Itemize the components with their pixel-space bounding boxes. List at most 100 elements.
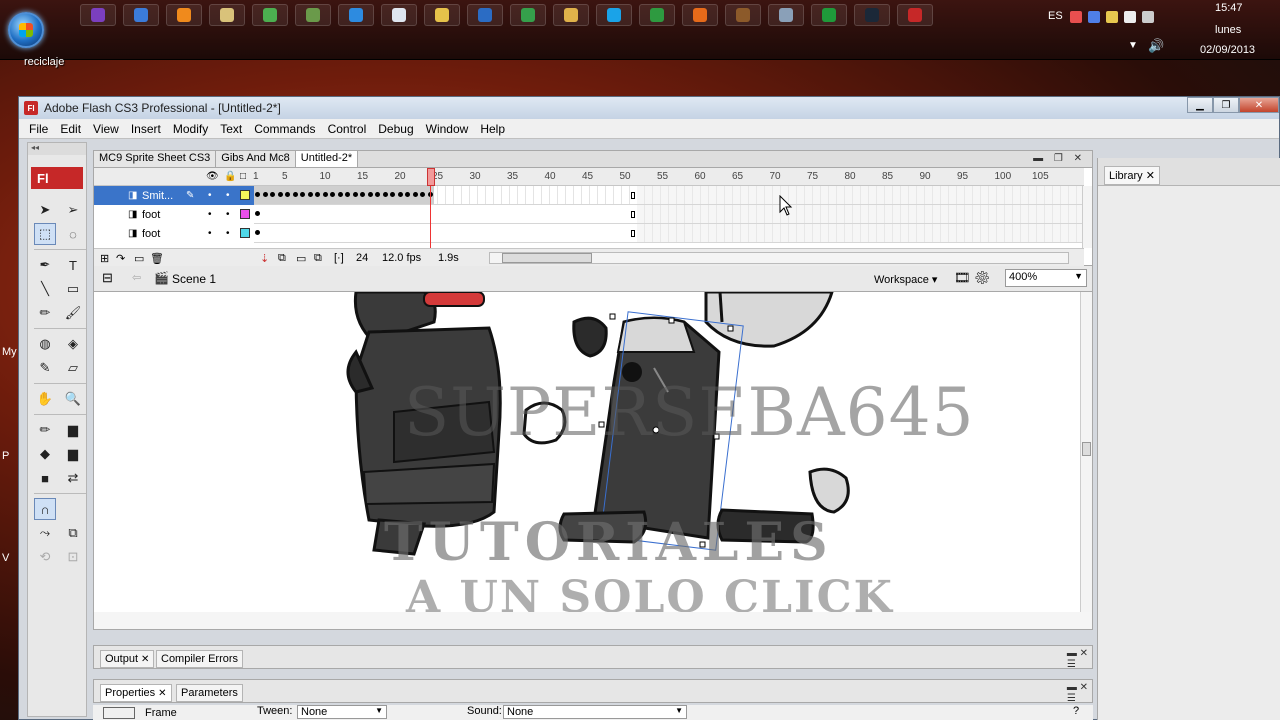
taskbar-app-button[interactable] — [252, 4, 288, 26]
empty-frames[interactable] — [636, 186, 1084, 204]
start-button[interactable] — [8, 12, 44, 48]
taskbar-app-button[interactable] — [897, 4, 933, 26]
close-button[interactable]: ✕ — [1239, 97, 1279, 113]
subselection-tool-icon[interactable]: ➢ — [62, 199, 84, 221]
layer-frames[interactable] — [254, 186, 1084, 205]
panel-controls[interactable]: ▬ ✕ ☰ — [1067, 682, 1088, 704]
menu-file[interactable]: File — [23, 122, 54, 136]
language-indicator[interactable]: ES — [1048, 10, 1063, 22]
tab-gibs-and-mc8[interactable]: Gibs And Mc8 — [216, 151, 296, 167]
tray-help-icon[interactable] — [1088, 11, 1100, 23]
playhead-handle[interactable] — [426, 168, 435, 186]
layer-name-cell[interactable]: ◨ foot • • — [94, 205, 254, 224]
menu-window[interactable]: Window — [420, 122, 475, 136]
timeline-ruler[interactable]: 1 5 10 15 20 25 30 35 40 45 50 55 60 65 70 75 80 85 90 95 10… — [253, 168, 1084, 186]
timeline-toggle-icon[interactable]: ⊟ — [102, 270, 113, 286]
layer-row[interactable]: ◨ foot • • — [94, 224, 1084, 243]
clock-day[interactable]: lunes — [1215, 24, 1241, 36]
character-head[interactable] — [704, 292, 834, 348]
frame-span[interactable] — [254, 205, 637, 223]
eyedropper-tool-icon[interactable]: ✎ — [34, 357, 56, 379]
taskbar-app-button[interactable] — [166, 4, 202, 26]
taskbar-app-button[interactable] — [467, 4, 503, 26]
tab-compiler-errors[interactable]: Compiler Errors — [156, 650, 244, 668]
close-icon[interactable]: ✕ — [1146, 170, 1155, 182]
taskbar-app-button[interactable] — [553, 4, 589, 26]
scrollbar-thumb[interactable] — [502, 253, 592, 263]
taskbar-app-button[interactable] — [768, 4, 804, 26]
pen-tool-icon[interactable]: ✒ — [34, 254, 56, 276]
taskbar-app-button[interactable] — [424, 4, 460, 26]
straighten-icon[interactable]: ⧉ — [62, 522, 84, 544]
insert-folder-icon[interactable]: ▭ — [134, 252, 144, 265]
taskbar-app-button[interactable] — [209, 4, 245, 26]
eraser-tool-icon[interactable]: ▱ — [62, 357, 84, 379]
document-window-controls[interactable]: ▬ ❐ ✕ — [1033, 153, 1086, 164]
hand-tool-icon[interactable]: ✋ — [34, 388, 56, 410]
tween-select[interactable]: None ▼ — [297, 705, 387, 719]
lock-dot-icon[interactable]: • — [226, 209, 230, 220]
menu-view[interactable]: View — [87, 122, 125, 136]
stroke-color-swatch[interactable]: ▆ — [62, 419, 84, 441]
taskbar-app-button[interactable] — [682, 4, 718, 26]
default-colors-icon[interactable]: ■ — [34, 467, 56, 489]
close-icon[interactable]: ✕ — [158, 688, 166, 699]
fill-color-icon[interactable]: ◆ — [34, 443, 56, 465]
keyframe[interactable] — [352, 192, 358, 197]
taskbar-app-button[interactable] — [80, 4, 116, 26]
lasso-tool-icon[interactable]: ◌ — [62, 223, 84, 245]
keyframe[interactable] — [277, 192, 283, 197]
swap-colors-icon[interactable]: ⇄ — [62, 467, 84, 489]
lock-dot-icon[interactable]: • — [226, 190, 230, 201]
modify-onion-markers-icon[interactable]: [·] — [334, 252, 344, 264]
keyframe[interactable] — [337, 192, 343, 197]
tools-collapse-icon[interactable]: ◂◂ — [28, 143, 86, 155]
layer-outline-color[interactable] — [240, 209, 250, 219]
layer-frames[interactable] — [254, 205, 1084, 224]
keyframe[interactable] — [360, 192, 365, 197]
add-motion-guide-icon[interactable]: ↷ — [116, 252, 125, 265]
keyframe[interactable] — [420, 192, 425, 197]
window-titlebar[interactable]: Fl Adobe Flash CS3 Professional - [Untit… — [19, 97, 1279, 119]
stage-vertical-scrollbar[interactable] — [1080, 292, 1092, 612]
keyframe[interactable] — [390, 192, 395, 197]
empty-frames[interactable] — [636, 224, 1084, 242]
rock-shape[interactable] — [572, 316, 608, 358]
volume-icon[interactable]: 🔊 — [1148, 38, 1164, 54]
rectangle-tool-icon[interactable]: ▭ — [62, 278, 84, 300]
close-icon[interactable]: ✕ — [141, 654, 149, 665]
taskbar-app-button[interactable] — [639, 4, 675, 26]
back-arrow-icon[interactable]: ⇦ — [132, 271, 141, 284]
edit-scene-edit-symbol-icons[interactable]: 🎞 ⚙ — [954, 270, 991, 286]
scale-icon[interactable]: ⊡ — [62, 546, 84, 568]
zoom-select[interactable]: 400% ▼ — [1005, 269, 1087, 287]
taskbar-app-button[interactable] — [725, 4, 761, 26]
menu-edit[interactable]: Edit — [54, 122, 87, 136]
timeline-horizontal-scrollbar[interactable] — [489, 252, 1069, 264]
tray-network-icon[interactable] — [1142, 11, 1154, 23]
delete-layer-icon[interactable]: 🗑 — [150, 252, 164, 265]
snap-to-objects-icon[interactable]: ∩ — [34, 498, 56, 520]
stage[interactable]: SUPERSEBA645 TUTORIALES A UN SOLO CLICK — [94, 292, 1092, 612]
keyframe[interactable] — [270, 192, 275, 197]
layer-name-cell[interactable]: ◨ Smit... ✎ • • — [94, 186, 254, 205]
show-hidden-icons-icon[interactable]: ▼ — [1128, 40, 1138, 51]
keyframe[interactable] — [292, 192, 298, 197]
sound-select[interactable]: None ▼ — [503, 705, 687, 719]
edit-multiple-frames-icon[interactable]: ⧉ — [314, 252, 322, 265]
zoom-tool-icon[interactable]: 🔍 — [62, 388, 84, 410]
lock-dot-icon[interactable]: • — [226, 228, 230, 239]
scene-label[interactable]: Scene 1 — [172, 272, 216, 286]
keyframe[interactable] — [255, 230, 260, 235]
layer-row[interactable]: ◨ Smit... ✎ • • — [94, 186, 1084, 205]
keyframe[interactable] — [330, 192, 335, 197]
stroke-color-icon[interactable]: ✏ — [34, 419, 56, 441]
help-icon[interactable]: ? — [1073, 705, 1079, 717]
keyframe[interactable] — [300, 192, 305, 197]
onion-skin-icon[interactable]: ⧉ — [278, 252, 286, 265]
keyframe[interactable] — [255, 211, 260, 216]
workspace-menu[interactable]: Workspace ▾ — [874, 273, 937, 286]
tray-security-icon[interactable] — [1070, 11, 1082, 23]
line-tool-icon[interactable]: ╲ — [34, 278, 56, 300]
taskbar-app-button[interactable] — [811, 4, 847, 26]
